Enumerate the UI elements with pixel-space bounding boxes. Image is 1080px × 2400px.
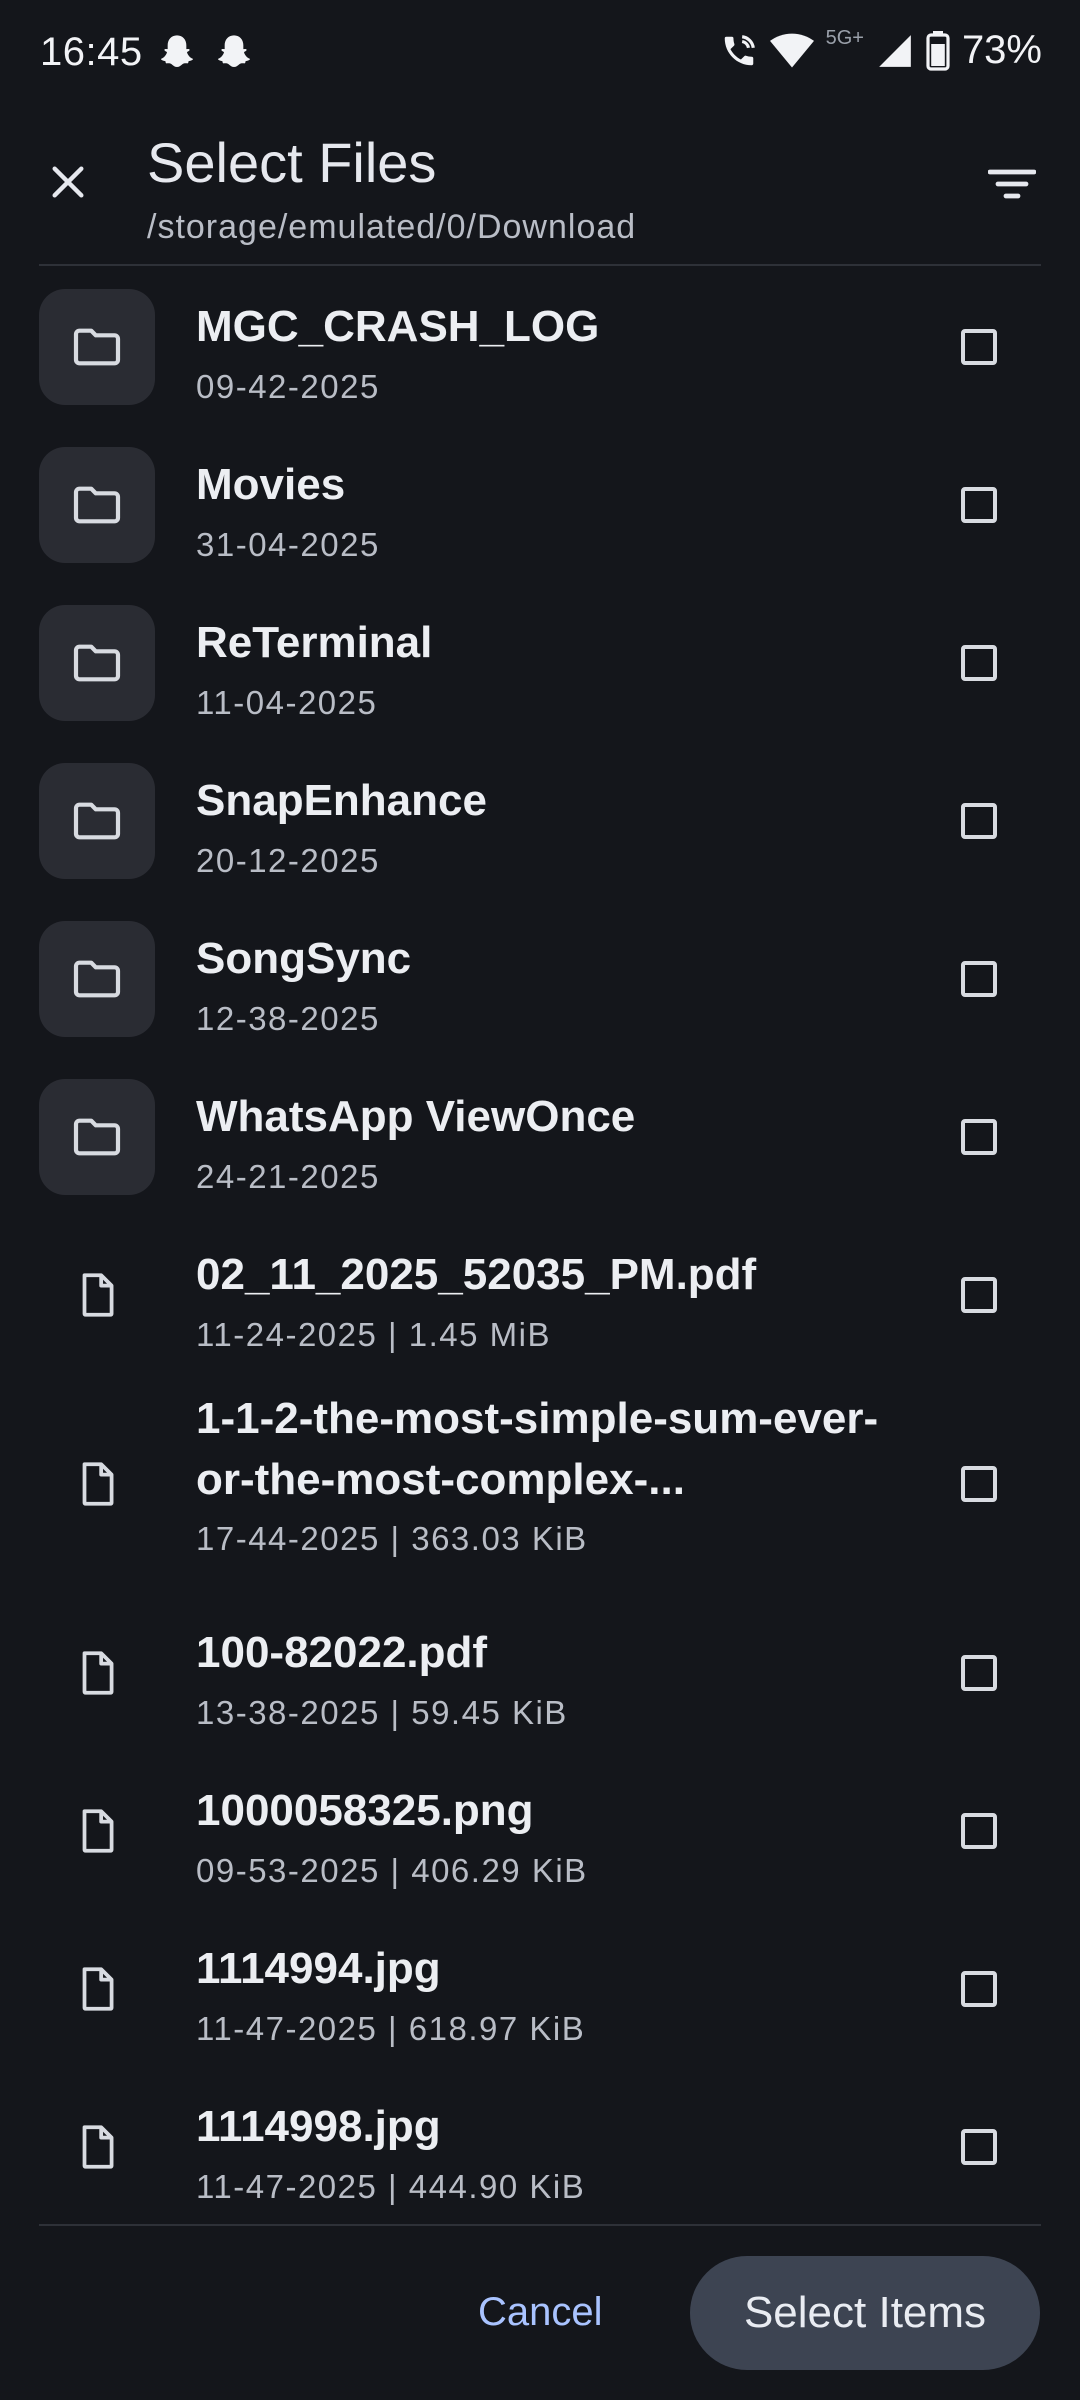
file-row[interactable]: 02_11_2025_52035_PM.pdf 11-24-2025 | 1.45…	[0, 1216, 1080, 1374]
sort-icon	[988, 169, 1036, 199]
item-meta: 09-42-2025	[196, 368, 380, 405]
item-meta: 31-04-2025	[196, 526, 380, 563]
file-thumbnail	[68, 1960, 126, 2018]
item-meta: 20-12-2025	[196, 842, 380, 879]
item-name: 02_11_2025_52035_PM.pdf	[196, 1250, 757, 1299]
status-bar: 16:45 5G+ 73%	[0, 0, 1080, 108]
folder-thumbnail	[39, 763, 155, 879]
wifi-icon	[769, 33, 814, 67]
item-meta: 11-47-2025 | 618.97 KiB	[196, 2010, 586, 2047]
header-divider	[39, 264, 1041, 266]
file-thumbnail	[68, 2118, 126, 2176]
item-meta: 12-38-2025	[196, 1000, 380, 1037]
network-type-label: 5G+	[825, 27, 864, 49]
signal-icon	[879, 34, 911, 67]
file-icon	[82, 1273, 114, 1317]
select-checkbox[interactable]	[961, 961, 997, 997]
file-list: MGC_CRASH_LOG 09-42-2025 Movies 31-04-2025 R…	[0, 268, 1080, 2226]
file-icon	[82, 1809, 114, 1853]
item-name: Movies	[196, 460, 346, 509]
folder-icon	[73, 328, 121, 366]
select-checkbox[interactable]	[961, 803, 997, 839]
select-checkbox[interactable]	[961, 1813, 997, 1849]
file-row[interactable]: 1114998.jpg 11-47-2025 | 444.90 KiB	[0, 2068, 1080, 2226]
select-items-button[interactable]: Select Items	[690, 2256, 1040, 2370]
item-meta: 24-21-2025	[196, 1158, 380, 1195]
file-thumbnail	[68, 1266, 126, 1324]
file-icon	[82, 1651, 114, 1695]
folder-thumbnail	[39, 1079, 155, 1195]
footer-divider	[39, 2224, 1041, 2226]
file-row[interactable]: 1114994.jpg 11-47-2025 | 618.97 KiB	[0, 1910, 1080, 2068]
item-name: 1114994.jpg	[196, 1944, 441, 1993]
item-meta: 11-04-2025	[196, 684, 378, 721]
select-checkbox[interactable]	[961, 2129, 997, 2165]
item-name: 1-1-2-the-most-simple-sum-ever-or-the-mo…	[196, 1394, 879, 1504]
folder-thumbnail	[39, 289, 155, 405]
snapchat-ghost-icon	[160, 35, 194, 67]
select-checkbox[interactable]	[961, 1655, 997, 1691]
select-checkbox[interactable]	[961, 1466, 997, 1502]
status-time: 16:45	[40, 30, 143, 74]
item-name: 1114998.jpg	[196, 2102, 441, 2151]
file-icon	[82, 2125, 114, 2169]
select-checkbox[interactable]	[961, 645, 997, 681]
folder-row[interactable]: ReTerminal 11-04-2025	[0, 584, 1080, 742]
folder-thumbnail	[39, 921, 155, 1037]
item-name: WhatsApp ViewOnce	[196, 1092, 636, 1141]
item-meta: 11-47-2025 | 444.90 KiB	[196, 2168, 586, 2205]
item-name: MGC_CRASH_LOG	[196, 302, 600, 351]
select-checkbox[interactable]	[961, 1119, 997, 1155]
file-row[interactable]: 100-82022.pdf 13-38-2025 | 59.45 KiB	[0, 1594, 1080, 1752]
select-checkbox[interactable]	[961, 1277, 997, 1313]
file-row[interactable]: 1000058325.png 09-53-2025 | 406.29 KiB	[0, 1752, 1080, 1910]
file-icon	[82, 1462, 114, 1506]
folder-icon	[73, 1118, 121, 1156]
folder-row[interactable]: SongSync 12-38-2025	[0, 900, 1080, 1058]
file-icon	[82, 1967, 114, 2011]
item-meta: 13-38-2025 | 59.45 KiB	[196, 1694, 568, 1731]
folder-thumbnail	[39, 447, 155, 563]
file-thumbnail	[68, 1455, 126, 1513]
folder-row[interactable]: MGC_CRASH_LOG 09-42-2025	[0, 268, 1080, 426]
item-meta: 17-44-2025 | 363.03 KiB	[196, 1520, 588, 1557]
current-path: /storage/emulated/0/Download	[147, 208, 637, 246]
snapchat-ghost-icon	[217, 35, 251, 67]
file-row[interactable]: 1-1-2-the-most-simple-sum-ever-or-the-mo…	[0, 1374, 1080, 1594]
item-meta: 11-24-2025 | 1.45 MiB	[196, 1316, 551, 1353]
folder-icon	[73, 802, 121, 840]
item-name: SongSync	[196, 934, 412, 983]
battery-percent: 73%	[961, 28, 1042, 72]
file-thumbnail	[68, 1644, 126, 1702]
sort-button[interactable]	[980, 152, 1044, 216]
select-checkbox[interactable]	[961, 1971, 997, 2007]
select-checkbox[interactable]	[961, 487, 997, 523]
folder-icon	[73, 960, 121, 998]
folder-thumbnail	[39, 605, 155, 721]
page-title: Select Files	[147, 131, 437, 194]
close-icon	[52, 166, 84, 198]
folder-icon	[73, 486, 121, 524]
item-name: 1000058325.png	[196, 1786, 534, 1835]
battery-icon	[926, 30, 950, 71]
item-name: 100-82022.pdf	[196, 1628, 488, 1677]
item-name: ReTerminal	[196, 618, 433, 667]
close-button[interactable]	[36, 150, 100, 214]
item-meta: 09-53-2025 | 406.29 KiB	[196, 1852, 588, 1889]
file-thumbnail	[68, 1802, 126, 1860]
folder-row[interactable]: Movies 31-04-2025	[0, 426, 1080, 584]
wifi-calling-icon	[724, 34, 755, 65]
folder-row[interactable]: SnapEnhance 20-12-2025	[0, 742, 1080, 900]
status-icons: 5G+ 73%	[720, 27, 1042, 73]
select-checkbox[interactable]	[961, 329, 997, 365]
cancel-button[interactable]: Cancel	[478, 2290, 603, 2335]
item-name: SnapEnhance	[196, 776, 487, 825]
folder-row[interactable]: WhatsApp ViewOnce 24-21-2025	[0, 1058, 1080, 1216]
folder-icon	[73, 644, 121, 682]
